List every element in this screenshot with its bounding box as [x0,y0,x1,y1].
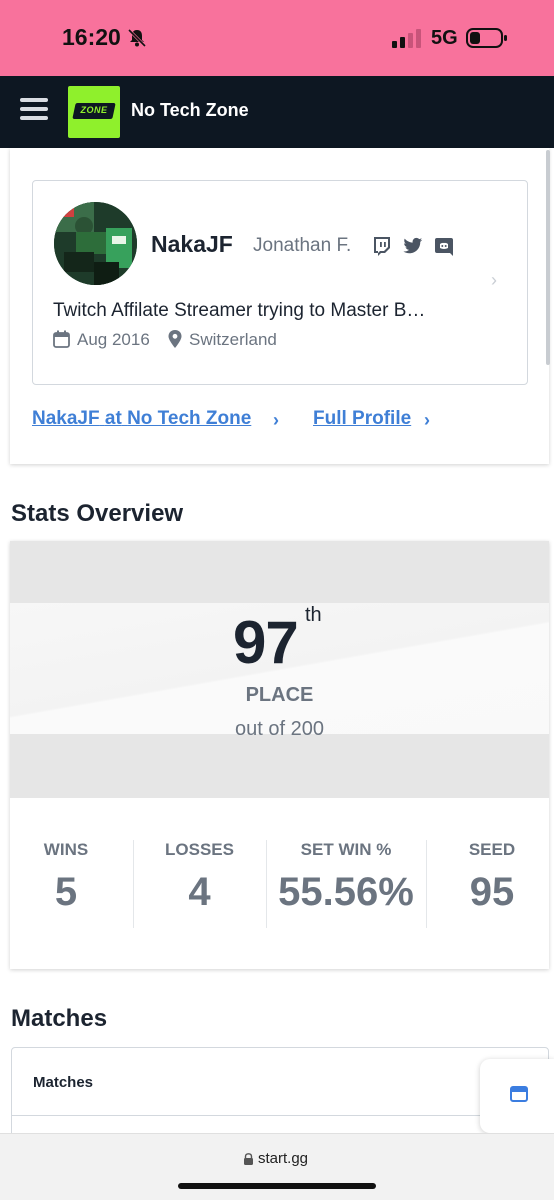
stat-value: 95 [469,870,515,914]
battery-icon [466,28,507,48]
tournament-title[interactable]: No Tech Zone [131,100,249,121]
stat-value: 4 [188,870,211,914]
bell-muted-icon [127,28,147,48]
stats-heading: Stats Overview [11,500,184,527]
stat-losses: LOSSES 4 [133,840,266,915]
tab-matches[interactable]: Matches [33,1074,93,1091]
card-chevron-icon: › [491,270,497,290]
gamer-tag: NakaJF [151,231,233,257]
stat-label: SEED [468,840,516,859]
network-type: 5G [431,27,458,49]
full-profile-link[interactable]: Full Profile [313,408,411,430]
stat-value: 5 [54,870,78,914]
twitter-icon[interactable] [403,237,423,255]
placement-banner-bottom [10,734,549,798]
placement-suffix: th [305,604,322,626]
placement-total: out of 200 [235,718,324,740]
stat-label: LOSSES [165,840,234,859]
matches-heading: Matches [11,1005,108,1032]
tournament-logo[interactable]: ZONE [68,86,120,138]
matches-card [11,1047,549,1147]
stat-label: WINS [43,840,89,859]
lock-icon [244,1153,253,1165]
discord-icon[interactable] [434,237,454,257]
divider [12,1115,548,1116]
scrollbar[interactable] [546,150,550,365]
location-pin-icon [168,330,182,348]
placement-banner [10,541,549,603]
real-name: Jonathan F. [253,235,352,256]
home-indicator[interactable] [178,1183,376,1189]
joined-date: Aug 2016 [77,330,150,349]
tournament-profile-link[interactable]: NakaJF at No Tech Zone [32,408,251,430]
profile-bio: Twitch Affilate Streamer trying to Maste… [53,300,426,321]
chevron-right-icon[interactable]: › [273,410,279,431]
signal-icon [392,29,421,48]
stat-value: 55.56% [278,870,414,914]
window-icon[interactable] [510,1086,528,1102]
status-time: 16:20 [62,24,121,50]
stat-label: SET WIN % [300,840,392,859]
stat-set-win-pct: SET WIN % 55.56% [266,840,426,915]
hamburger-menu-icon[interactable] [20,98,48,124]
url-text[interactable]: start.gg [258,1150,308,1167]
twitch-icon[interactable] [372,236,392,256]
placement-number: 97 [233,609,299,676]
chevron-right-icon[interactable]: › [424,410,430,431]
avatar [54,202,137,285]
calendar-icon [53,330,70,348]
stat-seed: SEED 95 [426,840,554,915]
placement-label: PLACE [245,684,314,706]
location: Switzerland [189,330,277,349]
stat-wins: WINS 5 [10,840,122,915]
